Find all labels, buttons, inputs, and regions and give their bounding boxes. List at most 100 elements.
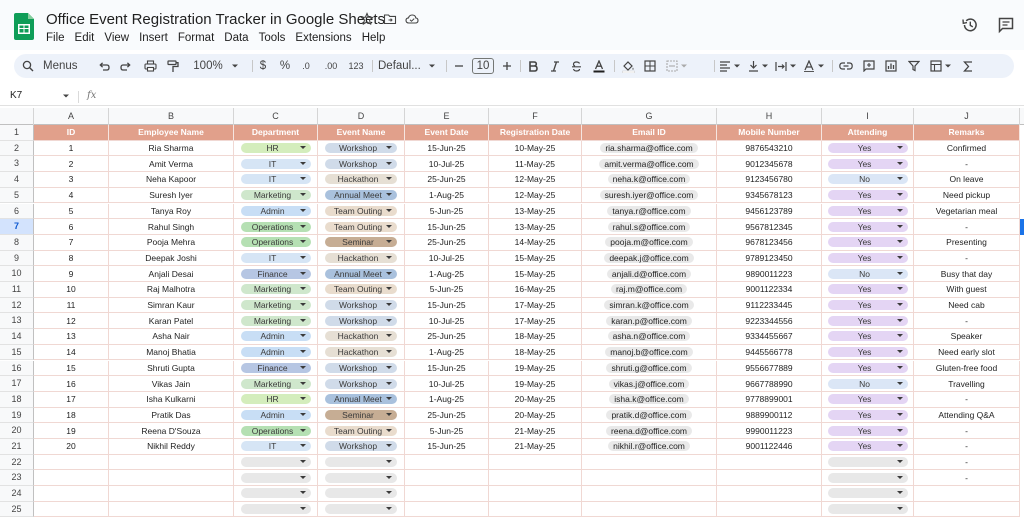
event-dropdown[interactable] bbox=[325, 472, 397, 483]
cell-mobile-number[interactable]: 9345678123 bbox=[717, 187, 822, 204]
cell-attending[interactable]: Yes bbox=[822, 250, 914, 267]
empty-cell[interactable] bbox=[234, 486, 318, 502]
cell-mobile-number[interactable]: 9789123450 bbox=[717, 250, 822, 267]
version-history-icon[interactable] bbox=[961, 16, 979, 34]
column-header-e[interactable]: E bbox=[405, 108, 489, 125]
increase-decimal-button[interactable]: .00 bbox=[320, 54, 342, 78]
empty-cell[interactable] bbox=[717, 470, 822, 487]
cell-mobile-number[interactable]: 9112233445 bbox=[717, 297, 822, 314]
cell-remarks[interactable]: Need cab bbox=[914, 297, 1020, 314]
cell-remarks[interactable]: - bbox=[914, 219, 1020, 235]
spreadsheet-grid[interactable]: ABCDEFGHIJ 1 2 3 4 5 6 7 8 9 10 11 12 13 14 15 16 17 18 19… bbox=[0, 108, 1024, 517]
email-chip[interactable]: ria.sharma@office.com bbox=[600, 143, 698, 154]
email-chip[interactable]: karan.p@office.com bbox=[606, 315, 692, 326]
cell-event-date[interactable]: 25-Jun-25 bbox=[405, 172, 489, 188]
cell-event-name[interactable]: Workshop bbox=[318, 360, 405, 377]
cell-department[interactable]: IT bbox=[234, 439, 318, 455]
empty-cell[interactable] bbox=[405, 470, 489, 487]
email-chip[interactable]: anjali.d@office.com bbox=[606, 268, 692, 279]
cell-department[interactable]: IT bbox=[234, 172, 318, 188]
insert-link-button[interactable] bbox=[838, 54, 854, 78]
department-dropdown[interactable]: Marketing bbox=[240, 378, 311, 389]
cell-department[interactable]: Finance bbox=[234, 266, 318, 282]
row-header-8[interactable]: 8 bbox=[0, 234, 34, 251]
cell-department[interactable]: IT bbox=[234, 250, 318, 267]
cell-remarks[interactable]: - bbox=[914, 156, 1020, 173]
cell-attending[interactable]: Yes bbox=[822, 282, 914, 298]
cell-event-name[interactable]: Workshop bbox=[318, 156, 405, 173]
cell-attending[interactable]: Yes bbox=[822, 203, 914, 220]
attending-dropdown[interactable]: Yes bbox=[827, 143, 908, 154]
cell-registration-date[interactable]: 21-May-25 bbox=[489, 439, 582, 455]
cell-mobile-number[interactable]: 9001122334 bbox=[717, 282, 822, 298]
decrease-decimal-button[interactable]: .0 bbox=[298, 54, 314, 78]
cell-event-date[interactable]: 25-Jun-25 bbox=[405, 234, 489, 251]
attending-dropdown[interactable]: Yes bbox=[827, 331, 908, 342]
cell-attending[interactable]: Yes bbox=[822, 219, 914, 235]
email-chip[interactable]: reena.d@office.com bbox=[605, 425, 693, 436]
empty-cell[interactable] bbox=[489, 501, 582, 517]
row-header-24[interactable]: 24 bbox=[0, 486, 34, 502]
cell-attending[interactable]: Yes bbox=[822, 344, 914, 361]
event-dropdown[interactable]: Team Outing bbox=[325, 284, 397, 295]
empty-cell[interactable] bbox=[318, 470, 405, 487]
row-header-20[interactable]: 20 bbox=[0, 423, 34, 439]
cell-event-date[interactable]: 10-Jul-25 bbox=[405, 250, 489, 267]
event-dropdown[interactable]: Seminar bbox=[325, 409, 397, 420]
cell-email-id[interactable]: asha.n@office.com bbox=[582, 329, 717, 345]
cell-attending[interactable]: Yes bbox=[822, 407, 914, 424]
cell-id[interactable]: 3 bbox=[34, 172, 109, 188]
attending-dropdown[interactable]: Yes bbox=[827, 315, 908, 326]
undo-button[interactable] bbox=[96, 54, 112, 78]
cell-department[interactable]: Marketing bbox=[234, 187, 318, 204]
menu-extensions[interactable]: Extensions bbox=[295, 31, 351, 47]
empty-cell[interactable] bbox=[822, 501, 914, 517]
cell-attending[interactable]: Yes bbox=[822, 234, 914, 251]
attending-dropdown[interactable]: Yes bbox=[827, 425, 908, 436]
cell-remarks[interactable]: - bbox=[914, 250, 1020, 267]
cell-department[interactable]: HR bbox=[234, 391, 318, 408]
empty-cell[interactable] bbox=[489, 486, 582, 502]
attending-dropdown[interactable]: Yes bbox=[827, 441, 908, 452]
menu-format[interactable]: Format bbox=[178, 31, 214, 47]
fill-color-button[interactable] bbox=[620, 54, 636, 78]
cell-mobile-number[interactable]: 9890011223 bbox=[717, 266, 822, 282]
cell-event-name[interactable]: Workshop bbox=[318, 297, 405, 314]
cell-employee-name[interactable]: Karan Patel bbox=[109, 313, 234, 330]
cell-id[interactable]: 13 bbox=[34, 329, 109, 345]
empty-cell[interactable] bbox=[34, 454, 109, 471]
cell-remarks[interactable]: Confirmed bbox=[914, 140, 1020, 157]
empty-cell[interactable] bbox=[582, 454, 717, 471]
column-header-d[interactable]: D bbox=[318, 108, 405, 125]
empty-cell[interactable] bbox=[405, 454, 489, 471]
menu-tools[interactable]: Tools bbox=[259, 31, 286, 47]
empty-cell[interactable] bbox=[109, 486, 234, 502]
row-header-14[interactable]: 14 bbox=[0, 329, 34, 345]
cell-email-id[interactable]: pratik.d@office.com bbox=[582, 407, 717, 424]
sheets-logo-icon[interactable] bbox=[14, 13, 34, 40]
cell-event-date[interactable]: 10-Jul-25 bbox=[405, 376, 489, 392]
attending-dropdown[interactable] bbox=[827, 504, 908, 515]
column-header-f[interactable]: F bbox=[489, 108, 582, 125]
currency-format-button[interactable]: $ bbox=[257, 54, 269, 78]
cell-event-date[interactable]: 1-Aug-25 bbox=[405, 391, 489, 408]
borders-button[interactable] bbox=[642, 54, 658, 78]
column-header-g[interactable]: G bbox=[582, 108, 717, 125]
cell-employee-name[interactable]: Reena D'Souza bbox=[109, 423, 234, 439]
empty-cell[interactable] bbox=[914, 486, 1020, 502]
cell-mobile-number[interactable]: 9123456780 bbox=[717, 172, 822, 188]
row-header-19[interactable]: 19 bbox=[0, 407, 34, 424]
event-dropdown[interactable]: Hackathon bbox=[325, 252, 397, 263]
cell-id[interactable]: 4 bbox=[34, 187, 109, 204]
row-header-15[interactable]: 15 bbox=[0, 344, 34, 361]
cell-event-date[interactable]: 15-Jun-25 bbox=[405, 297, 489, 314]
department-dropdown[interactable]: Admin bbox=[240, 347, 311, 358]
row-header-3[interactable]: 3 bbox=[0, 156, 34, 173]
cell-mobile-number[interactable]: 9556677889 bbox=[717, 360, 822, 377]
event-dropdown[interactable]: Annual Meet bbox=[325, 394, 397, 405]
empty-cell[interactable] bbox=[34, 470, 109, 487]
department-dropdown[interactable]: Marketing bbox=[240, 300, 311, 311]
cell-attending[interactable]: Yes bbox=[822, 313, 914, 330]
cell-email-id[interactable]: deepak.j@office.com bbox=[582, 250, 717, 267]
cell-email-id[interactable]: rahul.s@office.com bbox=[582, 219, 717, 235]
